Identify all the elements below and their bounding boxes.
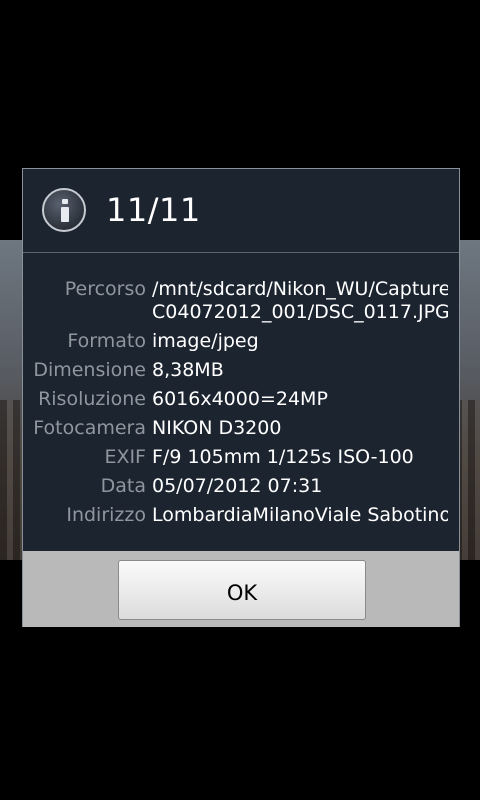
detail-value: 05/07/2012 07:31 [152,475,323,497]
info-icon-bar [61,207,69,222]
detail-value: LombardiaMilanoViale Sabotino [152,504,448,526]
detail-label: Formato [67,330,146,352]
details-dialog: 11/11 Percorso /mnt/sdcard/Nikon_WU/Capt… [22,168,460,627]
screen: 11/11 Percorso /mnt/sdcard/Nikon_WU/Capt… [0,0,480,800]
detail-row-exif: EXIF F/9 105mm 1/125s ISO-100 [23,443,459,472]
detail-row-address: Indirizzo LombardiaMilanoViale Sabotino [23,501,459,530]
info-icon-dot [62,199,68,204]
detail-label: Risoluzione [38,388,146,410]
detail-value-line: C04072012_001/DSC_0117.JPG [152,301,448,323]
detail-label: Data [100,475,146,497]
detail-row-camera: Fotocamera NIKON D3200 [23,414,459,443]
detail-label: Percorso [64,278,146,300]
detail-value: 8,38MB [152,359,224,381]
detail-label: Fotocamera [33,417,146,439]
detail-value: NIKON D3200 [152,417,282,439]
detail-value: F/9 105mm 1/125s ISO-100 [152,446,414,468]
detail-label: Dimensione [33,359,146,381]
dialog-title: 11/11 [106,191,201,229]
detail-label: EXIF [104,446,146,468]
detail-value: /mnt/sdcard/Nikon_WU/Capture C04072012_0… [152,278,448,324]
detail-value-line: /mnt/sdcard/Nikon_WU/Capture [152,278,448,300]
dialog-footer: OK [23,551,459,627]
detail-row-resolution: Risoluzione 6016x4000=24MP [23,385,459,414]
dialog-header: 11/11 [23,169,459,253]
ok-button[interactable]: OK [118,560,366,620]
info-icon [42,188,86,232]
detail-row-size: Dimensione 8,38MB [23,356,459,385]
detail-row-date: Data 05/07/2012 07:31 [23,472,459,501]
details-list: Percorso /mnt/sdcard/Nikon_WU/Capture C0… [23,275,459,530]
detail-value: 6016x4000=24MP [152,388,328,410]
detail-value: image/jpeg [152,330,259,352]
detail-row-path: Percorso /mnt/sdcard/Nikon_WU/Capture C0… [23,275,459,327]
detail-row-format: Formato image/jpeg [23,327,459,356]
detail-label: Indirizzo [66,504,146,526]
